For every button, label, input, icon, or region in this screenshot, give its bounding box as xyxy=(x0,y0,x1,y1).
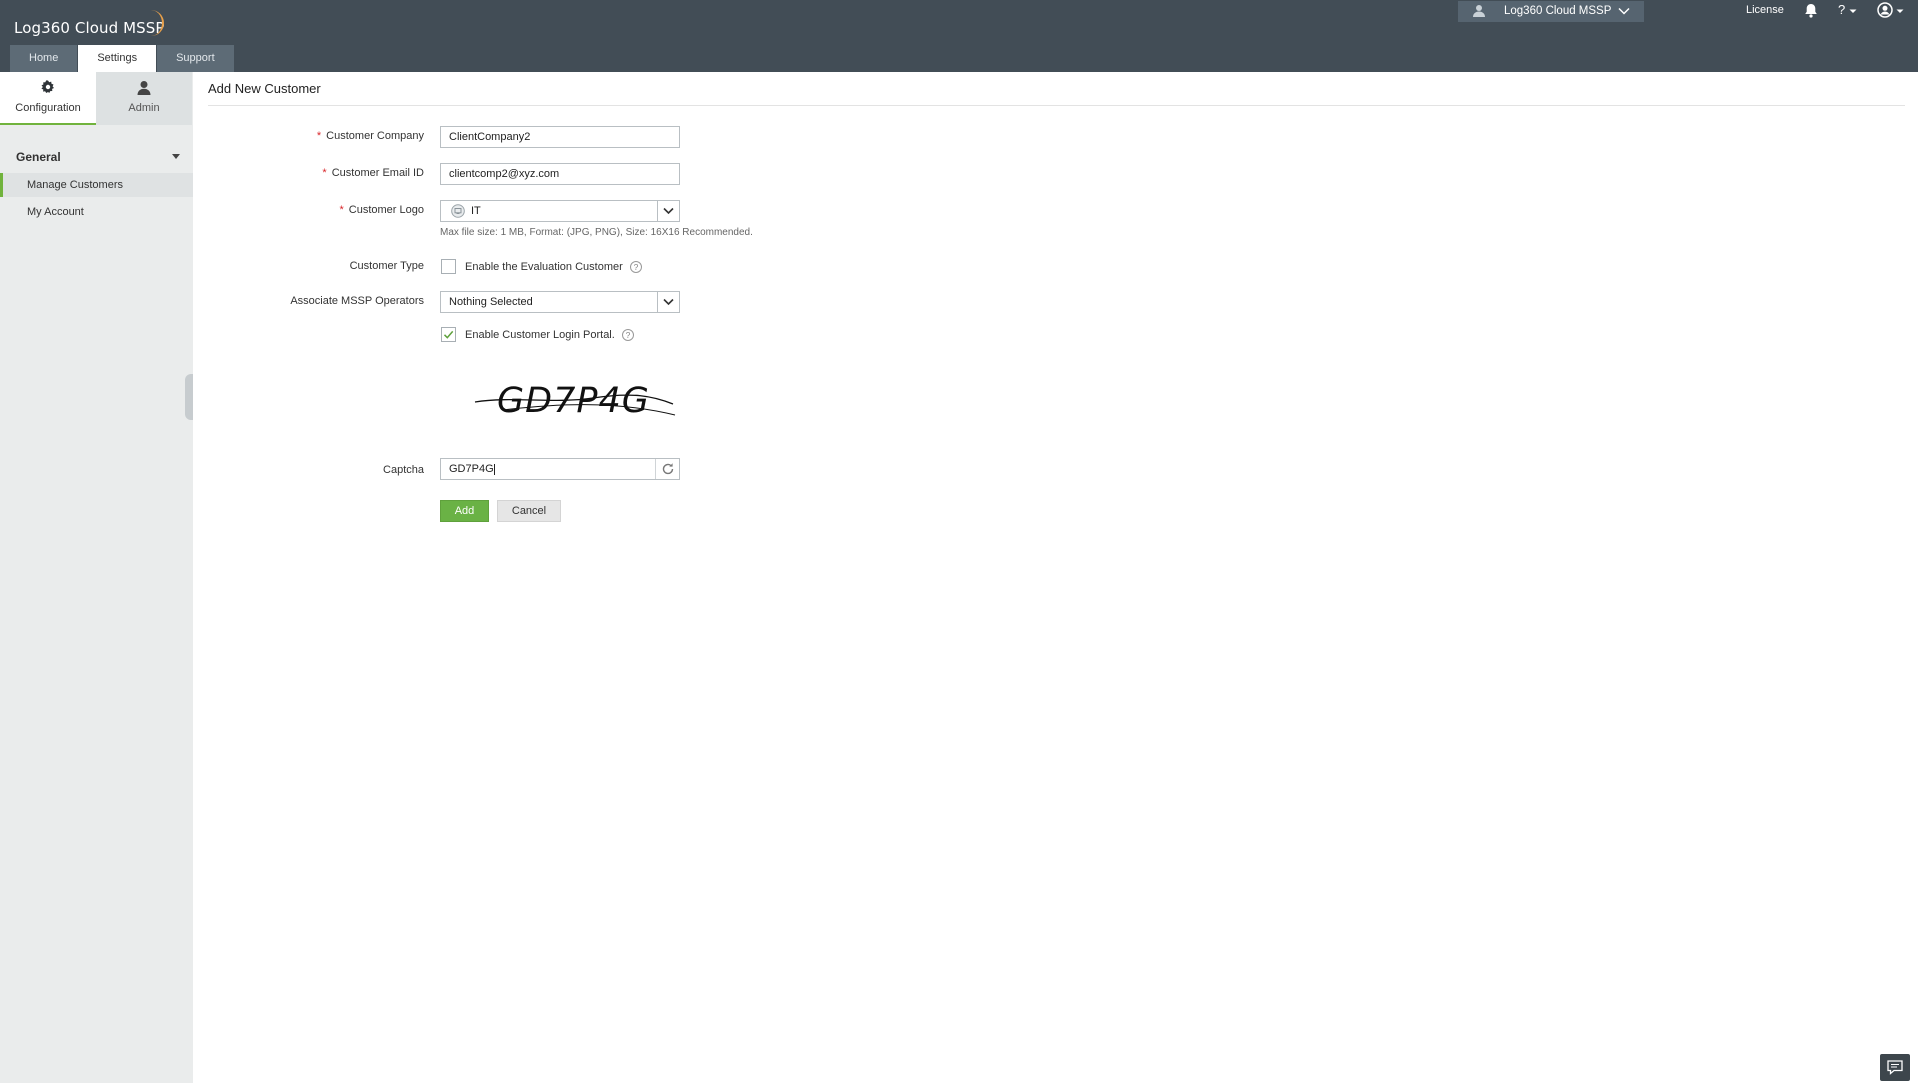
logo-select-value: IT xyxy=(471,205,481,217)
cancel-button[interactable]: Cancel xyxy=(497,500,561,522)
email-label: Customer Email ID xyxy=(331,167,424,179)
chevron-down-icon xyxy=(1849,9,1857,13)
logo-thumbnail-icon xyxy=(451,204,465,225)
top-header: Log360 Cloud MSSP Home Settings Support … xyxy=(0,0,1918,72)
company-input[interactable]: ClientCompany2 xyxy=(440,126,680,148)
tab-admin-label: Admin xyxy=(128,102,160,114)
checkmark-icon xyxy=(443,330,454,339)
logo-hint: Max file size: 1 MB, Format: (JPG, PNG),… xyxy=(440,227,753,238)
tab-settings[interactable]: Settings xyxy=(78,45,157,72)
settings-sidebar: Configuration Admin General Manage Custo… xyxy=(0,72,193,1083)
chevron-down-icon xyxy=(1618,4,1630,25)
help-icon[interactable]: ? xyxy=(630,261,642,273)
sidebar-item-manage-customers[interactable]: Manage Customers xyxy=(0,173,193,197)
operators-select[interactable]: Nothing Selected xyxy=(440,291,680,313)
user-icon xyxy=(137,80,151,99)
evaluation-checkbox[interactable] xyxy=(441,259,456,274)
sidebar-group-label: General xyxy=(16,150,61,164)
sidebar-group-general[interactable]: General xyxy=(16,150,180,164)
chevron-down-icon xyxy=(663,298,674,306)
email-label-row: * Customer Email ID xyxy=(322,167,424,179)
mssp-selector[interactable]: Log360 Cloud MSSP xyxy=(1458,1,1644,22)
bell-icon[interactable] xyxy=(1804,3,1818,21)
tab-admin[interactable]: Admin xyxy=(96,72,192,125)
license-link[interactable]: License xyxy=(1746,4,1784,16)
logo-label: Customer Logo xyxy=(348,204,424,216)
sidebar-collapse-handle[interactable] xyxy=(185,374,193,420)
email-input[interactable]: clientcomp2@xyz.com xyxy=(440,163,680,185)
tab-home[interactable]: Home xyxy=(10,45,78,72)
sidebar-item-my-account[interactable]: My Account xyxy=(0,200,193,224)
required-mark: * xyxy=(316,130,322,142)
type-label: Customer Type xyxy=(349,260,424,272)
logo-label-row: * Customer Logo xyxy=(340,204,425,216)
captcha-image: GD7P4G xyxy=(474,381,676,421)
evaluation-label[interactable]: Enable the Evaluation Customer xyxy=(465,261,623,273)
divider xyxy=(208,105,1905,106)
captcha-label: Captcha xyxy=(383,464,424,476)
captcha-input[interactable]: GD7P4G xyxy=(440,458,680,480)
sidebar-tabs: Configuration Admin xyxy=(0,72,193,125)
chevron-down-icon xyxy=(663,207,674,215)
tab-configuration-label: Configuration xyxy=(15,102,81,114)
caret-down-icon xyxy=(172,154,180,159)
app-logo[interactable]: Log360 Cloud MSSP xyxy=(14,19,165,37)
operators-select-value: Nothing Selected xyxy=(449,296,533,308)
add-button[interactable]: Add xyxy=(440,500,489,522)
chat-icon xyxy=(1887,1060,1903,1075)
tab-configuration[interactable]: Configuration xyxy=(0,72,96,125)
page-title: Add New Customer xyxy=(208,81,321,96)
chevron-down-icon xyxy=(1896,9,1904,13)
dropdown-toggle[interactable] xyxy=(657,292,679,312)
account-menu[interactable] xyxy=(1877,2,1904,21)
company-label-row: * Customer Company xyxy=(317,130,424,142)
account-icon xyxy=(1877,2,1893,18)
help-icon: ? xyxy=(1838,2,1846,17)
captcha-image-text: GD7P4G xyxy=(497,381,650,421)
user-icon xyxy=(1472,4,1486,26)
tab-support[interactable]: Support xyxy=(157,45,234,72)
logo-select[interactable]: IT xyxy=(440,200,680,222)
operators-label: Associate MSSP Operators xyxy=(290,295,424,307)
main-tabs: Home Settings Support xyxy=(10,45,235,72)
help-icon[interactable]: ? xyxy=(622,329,634,341)
dropdown-toggle[interactable] xyxy=(657,201,679,221)
required-mark: * xyxy=(339,204,344,216)
company-label: Customer Company xyxy=(326,130,424,142)
portal-label[interactable]: Enable Customer Login Portal. xyxy=(465,329,615,341)
help-menu[interactable]: ? xyxy=(1838,2,1857,17)
refresh-icon[interactable] xyxy=(655,459,679,479)
gear-icon xyxy=(41,80,55,97)
portal-checkbox[interactable] xyxy=(441,327,456,342)
mssp-selector-label: Log360 Cloud MSSP xyxy=(1504,5,1612,17)
captcha-input-value: GD7P4G xyxy=(449,463,494,475)
chat-button[interactable] xyxy=(1880,1054,1910,1081)
required-mark: * xyxy=(322,167,327,179)
